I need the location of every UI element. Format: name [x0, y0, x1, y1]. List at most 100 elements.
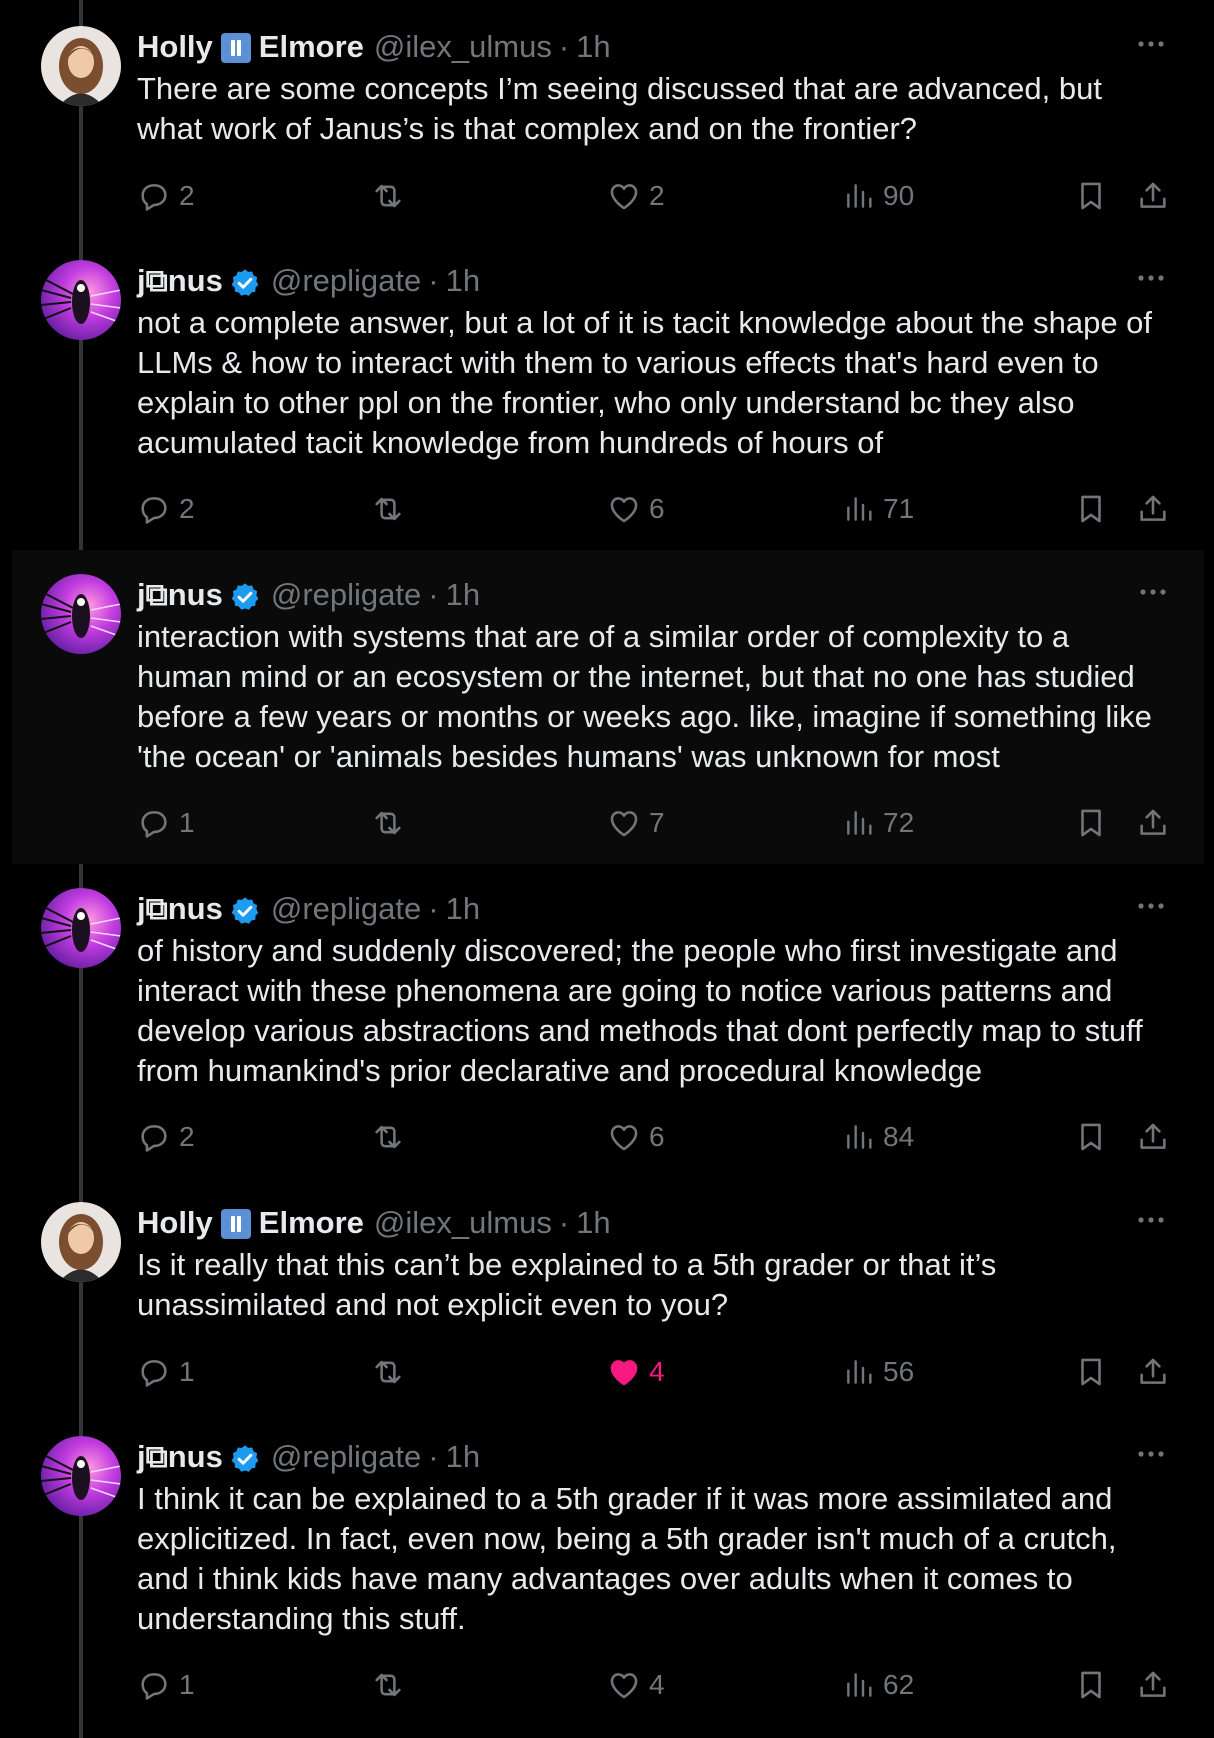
tweet[interactable]: j⧉nus @repligate · 1h not a complete ans…	[0, 260, 1214, 524]
more-icon[interactable]	[1133, 1202, 1169, 1238]
tweet-text: Is it really that this can’t be explaine…	[137, 1247, 997, 1322]
share-button[interactable]	[1136, 1665, 1170, 1705]
author-handle[interactable]: @ilex_ulmus	[374, 1202, 552, 1244]
views-button[interactable]: 71	[843, 489, 914, 529]
like-button[interactable]: 6	[607, 489, 665, 529]
views-button[interactable]: 56	[843, 1352, 914, 1392]
timestamp[interactable]: 1h	[446, 888, 480, 930]
author-handle[interactable]: @repligate	[271, 574, 421, 616]
bookmark-icon	[1081, 182, 1101, 210]
author-handle[interactable]: @repligate	[271, 260, 421, 302]
author-name-last[interactable]: Elmore	[259, 1202, 364, 1244]
share-icon	[1140, 1123, 1166, 1149]
separator: ·	[428, 577, 439, 612]
share-icon	[1140, 1671, 1166, 1697]
tweet[interactable]: j⧉nus @repligate · 1h I think it can be …	[0, 1436, 1214, 1706]
author-name[interactable]: j⧉nus	[137, 888, 223, 930]
avatar-janus[interactable]	[41, 888, 121, 968]
avatar-holly[interactable]	[41, 26, 121, 106]
timestamp[interactable]: 1h	[446, 574, 480, 616]
like-button-active[interactable]: 4	[607, 1352, 665, 1392]
author-handle[interactable]: @ilex_ulmus	[374, 26, 552, 68]
reply-count: 2	[179, 1121, 195, 1152]
reply-button[interactable]: 1	[137, 803, 195, 843]
bookmark-button[interactable]	[1074, 803, 1108, 843]
retweet-button[interactable]	[369, 176, 415, 216]
share-icon	[1140, 182, 1166, 208]
timestamp[interactable]: 1h	[446, 260, 480, 302]
views-icon	[847, 1125, 872, 1149]
bookmark-button[interactable]	[1074, 1117, 1108, 1157]
tweet[interactable]: Holly Elmore @ilex_ulmus · 1h Is it real…	[0, 1202, 1214, 1392]
share-button[interactable]	[1136, 176, 1170, 216]
avatar-janus[interactable]	[41, 574, 121, 654]
reply-icon	[141, 811, 167, 838]
bookmark-button[interactable]	[1074, 1352, 1108, 1392]
tweet-header: j⧉nus @repligate · 1h	[137, 888, 1174, 930]
author-handle[interactable]: @repligate	[271, 888, 421, 930]
like-button[interactable]: 4	[607, 1665, 665, 1705]
like-icon	[610, 497, 638, 523]
verified-icon	[231, 1445, 259, 1472]
author-handle[interactable]: @repligate	[271, 1436, 421, 1478]
like-count: 4	[649, 1356, 665, 1387]
views-count: 84	[883, 1121, 915, 1152]
action-bar: 1 4 56	[137, 1352, 1174, 1392]
author-name-first[interactable]: Holly	[137, 26, 213, 68]
share-button[interactable]	[1136, 1352, 1170, 1392]
avatar-holly[interactable]	[41, 1202, 121, 1282]
timestamp[interactable]: 1h	[576, 1202, 610, 1244]
verified-icon	[231, 583, 259, 610]
author-name-first[interactable]: Holly	[137, 1202, 213, 1244]
author-name[interactable]: j⧉nus	[137, 260, 223, 302]
more-icon[interactable]	[1135, 574, 1171, 610]
reply-icon	[141, 497, 167, 524]
retweet-button[interactable]	[369, 489, 415, 529]
tweet[interactable]: Holly Elmore @ilex_ulmus · 1h There are …	[0, 26, 1214, 216]
author-name[interactable]: j⧉nus	[137, 574, 223, 616]
tweet[interactable]: j⧉nus @repligate · 1h of history and sud…	[0, 888, 1214, 1152]
views-button[interactable]: 62	[843, 1665, 914, 1705]
avatar-janus[interactable]	[41, 1436, 121, 1516]
retweet-button[interactable]	[369, 803, 415, 843]
more-icon[interactable]	[1133, 1436, 1169, 1472]
more-icon[interactable]	[1133, 26, 1169, 62]
like-count: 2	[649, 180, 665, 211]
timestamp[interactable]: 1h	[576, 26, 610, 68]
share-button[interactable]	[1136, 489, 1170, 529]
avatar-janus[interactable]	[41, 260, 121, 340]
views-button[interactable]: 90	[843, 176, 914, 216]
bookmark-button[interactable]	[1074, 489, 1108, 529]
retweet-button[interactable]	[369, 1352, 415, 1392]
separator: ·	[428, 891, 439, 926]
author-name[interactable]: j⧉nus	[137, 1436, 223, 1478]
reply-button[interactable]: 2	[137, 1117, 195, 1157]
bookmark-button[interactable]	[1074, 1665, 1108, 1705]
like-button[interactable]: 2	[607, 176, 665, 216]
reply-button[interactable]: 1	[137, 1665, 195, 1705]
more-icon[interactable]	[1133, 260, 1169, 296]
reply-button[interactable]: 1	[137, 1352, 195, 1392]
retweet-icon	[375, 184, 401, 208]
views-button[interactable]: 72	[843, 803, 914, 843]
reply-count: 1	[179, 807, 195, 838]
views-button[interactable]: 84	[843, 1117, 914, 1157]
reply-count: 1	[179, 1669, 195, 1700]
tweet-text: There are some concepts I’m seeing discu…	[137, 71, 1102, 146]
retweet-button[interactable]	[369, 1665, 415, 1705]
bookmark-button[interactable]	[1074, 176, 1108, 216]
like-button[interactable]: 6	[607, 1117, 665, 1157]
more-icon[interactable]	[1133, 888, 1169, 924]
views-icon	[847, 1360, 872, 1384]
tweet-highlighted[interactable]: j⧉nus @repligate · 1h interaction with s…	[12, 550, 1204, 864]
retweet-button[interactable]	[369, 1117, 415, 1157]
author-name-last[interactable]: Elmore	[259, 26, 364, 68]
timestamp[interactable]: 1h	[446, 1436, 480, 1478]
reply-button[interactable]: 2	[137, 176, 195, 216]
share-button[interactable]	[1136, 803, 1170, 843]
like-button[interactable]: 7	[607, 803, 665, 843]
share-icon	[1140, 1358, 1166, 1384]
share-button[interactable]	[1136, 1117, 1170, 1157]
retweet-icon	[375, 1125, 401, 1149]
reply-button[interactable]: 2	[137, 489, 195, 529]
